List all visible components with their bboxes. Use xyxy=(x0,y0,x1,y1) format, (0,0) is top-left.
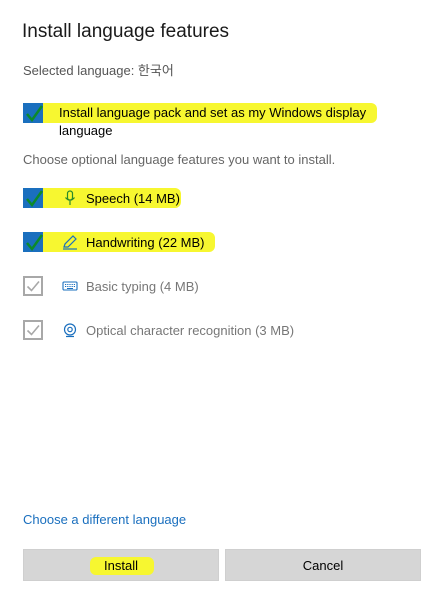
install-language-pack-option[interactable]: Install language pack and set as my Wind… xyxy=(23,103,366,140)
microphone-icon xyxy=(65,190,75,205)
handwriting-checkbox[interactable] xyxy=(23,232,44,252)
checkmark-icon xyxy=(26,234,44,252)
install-button-label: Install xyxy=(104,557,138,573)
feature-basic-typing: Basic typing (4 MB) xyxy=(23,276,199,296)
ocr-label: Optical character recognition (3 MB) xyxy=(86,322,295,338)
optional-features-description: Choose optional language features you wa… xyxy=(23,152,336,167)
checkmark-icon xyxy=(26,280,40,292)
feature-handwriting[interactable]: Handwriting (22 MB) xyxy=(23,232,205,252)
selected-language: Selected language: 한국어 xyxy=(23,63,174,78)
install-language-pack-label: Install language pack and set as my Wind… xyxy=(59,105,367,138)
speech-checkbox[interactable] xyxy=(23,188,44,208)
install-button[interactable]: Install xyxy=(23,549,219,581)
cancel-button[interactable]: Cancel xyxy=(225,549,421,581)
basic-typing-label: Basic typing (4 MB) xyxy=(86,278,199,294)
feature-speech[interactable]: Speech (14 MB) xyxy=(23,188,180,208)
checkmark-icon xyxy=(26,105,44,123)
handwriting-label: Handwriting (22 MB) xyxy=(86,234,205,250)
install-language-pack-checkbox[interactable] xyxy=(23,103,44,123)
keyboard-icon xyxy=(62,281,78,291)
camera-icon xyxy=(63,323,77,338)
dialog-title: Install language features xyxy=(22,21,230,42)
cancel-button-label: Cancel xyxy=(302,557,344,573)
pen-icon xyxy=(63,235,77,250)
ocr-checkbox xyxy=(23,320,43,340)
basic-typing-checkbox xyxy=(23,276,43,296)
feature-ocr: Optical character recognition (3 MB) xyxy=(23,320,294,340)
choose-different-language-link[interactable]: Choose a different language xyxy=(23,512,186,527)
checkmark-icon xyxy=(26,190,44,208)
speech-label: Speech (14 MB) xyxy=(86,190,180,206)
checkmark-icon xyxy=(26,324,40,336)
